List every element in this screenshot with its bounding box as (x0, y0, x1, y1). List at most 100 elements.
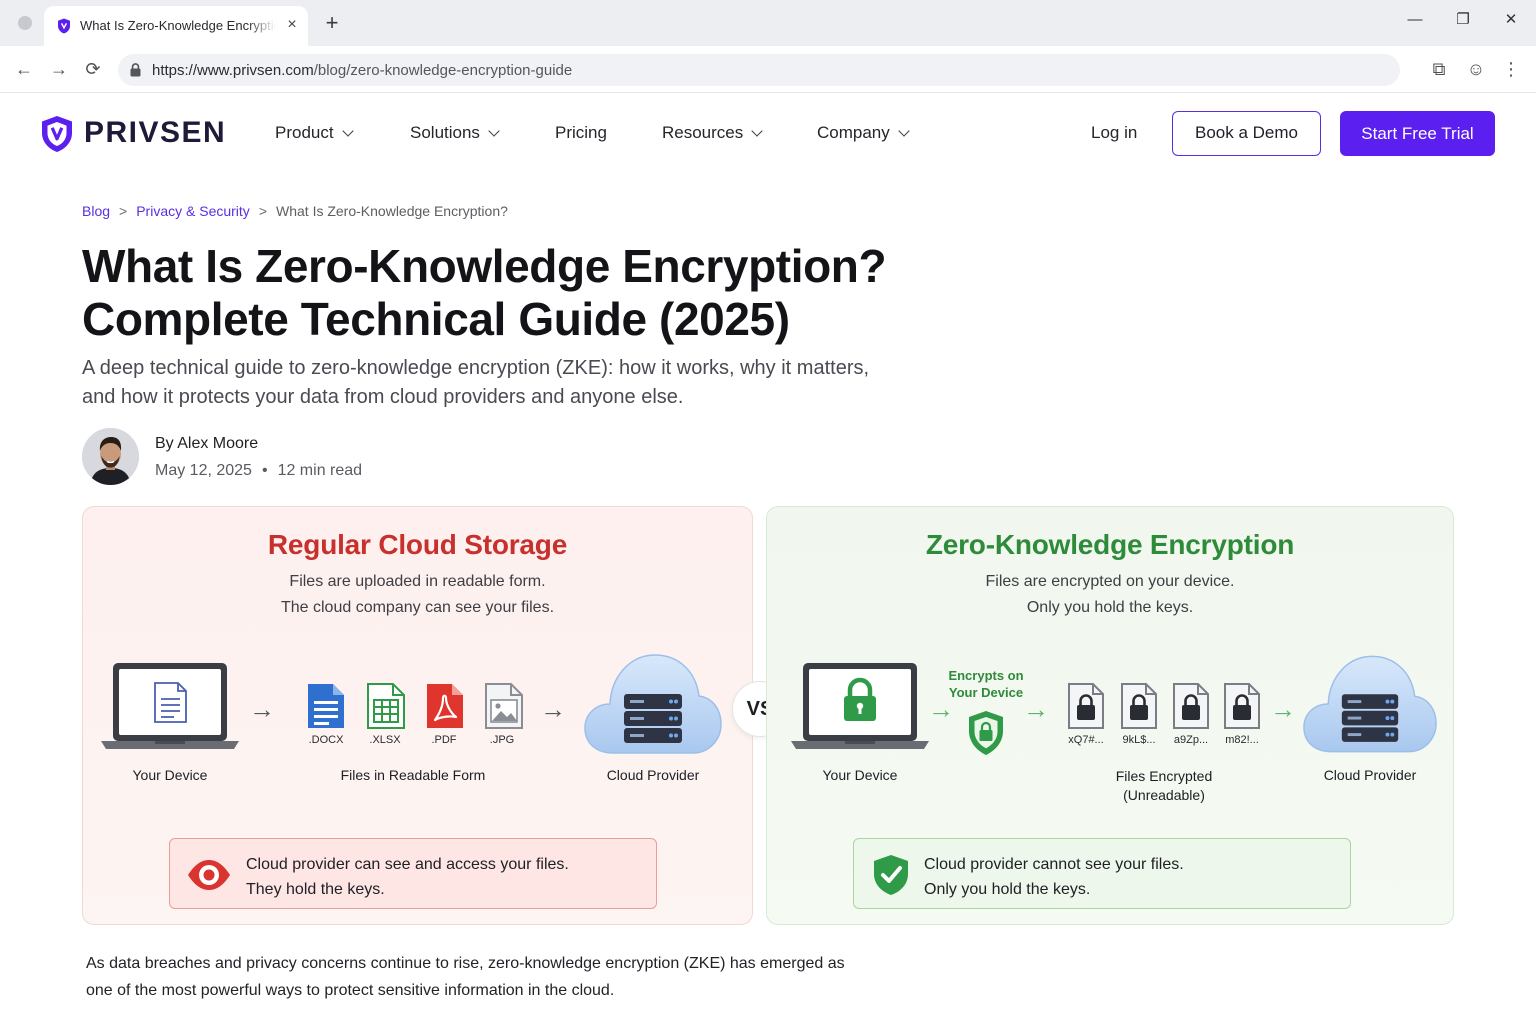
arrow-right-icon: → (249, 694, 275, 724)
file-type-pdf: .PDF (431, 734, 457, 746)
jpg-file-icon (485, 683, 523, 729)
read-time: 12 min read (277, 462, 363, 479)
shield-lock-icon (969, 711, 1003, 755)
zke-cloud-label: Cloud Provider (1323, 767, 1417, 783)
arrow-right-icon: → (1270, 694, 1296, 724)
nav-product-label: Product (275, 123, 334, 142)
encrypted-name-2: 9kL$... (1122, 734, 1156, 746)
author-avatar[interactable] (82, 428, 139, 485)
profile-icon[interactable]: ☺ (1464, 57, 1488, 81)
arrow-right-icon: → (928, 694, 954, 724)
server-stack (624, 694, 682, 743)
new-tab-button[interactable]: + (320, 12, 344, 36)
url-text: https://www.privsen.com/blog/zero-knowle… (152, 62, 572, 79)
tab-close-icon[interactable]: × (284, 16, 300, 34)
nav-resources[interactable]: Resources (662, 123, 763, 143)
encrypts-line-2: Your Device (948, 685, 1024, 700)
chevron-down-icon (751, 125, 763, 137)
zke-desc-line-2: Only you hold the keys. (1026, 599, 1194, 616)
url-path: /blog/zero-knowledge-encryption-guide (313, 62, 573, 79)
article-meta: May 12, 2025 • 12 min read (155, 462, 362, 480)
regular-desc-line-1: Files are uploaded in readable form. (289, 573, 546, 590)
breadcrumb-blog[interactable]: Blog (82, 203, 110, 219)
author-name[interactable]: By Alex Moore (155, 435, 258, 453)
laptop-lock-icon (791, 663, 929, 749)
author-photo-icon (82, 428, 139, 485)
nav-solutions-label: Solutions (410, 123, 480, 142)
regular-alert-text: Cloud provider can see and access your f… (246, 852, 569, 902)
encrypted-name-1: xQ7#... (1068, 734, 1104, 746)
file-type-jpg: .JPG (489, 734, 515, 746)
eye-icon (188, 860, 230, 890)
tab-title: What Is Zero-Knowledge Encryption? Compl… (80, 18, 276, 33)
zke-desc-line-1: Files are encrypted on your device. (985, 573, 1235, 590)
zke-files-label-line-1: Files Encrypted (1115, 768, 1213, 784)
shield-check-icon (874, 855, 908, 895)
zke-alert-line-1: Cloud provider cannot see your files. (924, 856, 1184, 873)
encrypted-file-icon (1224, 683, 1260, 729)
privsen-favicon-icon (58, 18, 70, 34)
article-intro-paragraph: As data breaches and privacy concerns co… (86, 955, 845, 999)
address-bar[interactable]: https://www.privsen.com/blog/zero-knowle… (118, 54, 1400, 86)
encrypted-file-icon (1121, 683, 1157, 729)
book-demo-button[interactable]: Book a Demo (1172, 111, 1321, 156)
cloud-server-icon (584, 654, 722, 754)
close-window-button[interactable]: ✕ (1496, 8, 1526, 32)
extensions-icon[interactable]: ⧉ (1427, 57, 1451, 81)
encrypted-name-4: m82!... (1225, 734, 1259, 746)
regular-cloud-label: Cloud Provider (606, 767, 700, 783)
chevron-down-icon (341, 125, 354, 137)
forward-icon[interactable]: → (47, 57, 71, 81)
encrypts-line-1: Encrypts on (948, 668, 1024, 683)
zke-success-alert: Cloud provider cannot see your files. On… (853, 838, 1351, 909)
arrow-right-icon: → (1023, 694, 1049, 724)
brand-name[interactable]: PRIVSEN (84, 116, 226, 150)
browser-tab-bar: What Is Zero-Knowledge Encryption? Compl… (0, 0, 1536, 46)
nav-product[interactable]: Product (275, 123, 354, 143)
zke-alert-text: Cloud provider cannot see your files. On… (924, 852, 1184, 902)
privsen-logo-icon[interactable] (40, 115, 74, 153)
arrow-right-icon: → (540, 694, 566, 724)
zke-files-label: Files Encrypted (Unreadable) (1074, 767, 1254, 805)
regular-desc-line-2: The cloud company can see your files. (280, 599, 555, 616)
xlsx-file-icon (367, 683, 405, 729)
article-subtitle: A deep technical guide to zero-knowledge… (82, 357, 870, 408)
encrypted-file-icon (1173, 683, 1209, 729)
file-type-xlsx: .XLSX (369, 734, 401, 746)
breadcrumb: Blog > Privacy & Security > What Is Zero-Kno… (82, 203, 508, 219)
chevron-down-icon (898, 125, 910, 137)
start-free-trial-button[interactable]: Start Free Trial (1340, 111, 1495, 156)
file-type-docx: .DOCX (308, 734, 344, 746)
back-icon[interactable]: ← (12, 57, 36, 81)
regular-warning-alert: Cloud provider can see and access your f… (169, 838, 657, 909)
chevron-down-icon (488, 125, 500, 137)
browser-menu-icon[interactable]: ⋮ (1499, 57, 1523, 81)
breadcrumb-category[interactable]: Privacy & Security (136, 203, 250, 219)
browser-toolbar: ← → ⟳ https://www.privsen.com/blog/zero-… (0, 46, 1536, 93)
docx-file-icon (308, 684, 344, 728)
meta-separator: • (261, 462, 268, 479)
encrypts-on-device-label: Encrypts on Your Device (946, 667, 1026, 701)
pdf-file-icon (427, 684, 463, 728)
login-link[interactable]: Log in (1091, 123, 1137, 143)
window-menu-icon[interactable] (18, 16, 32, 30)
zke-files-label-line-2: (Unreadable) (1123, 787, 1205, 803)
nav-company-label: Company (817, 123, 890, 142)
reload-icon[interactable]: ⟳ (81, 57, 105, 81)
title-line-2: Complete Technical Guide (2025) (82, 293, 790, 345)
maximize-button[interactable]: ❐ (1448, 8, 1478, 32)
laptop-icon (101, 663, 239, 749)
nav-solutions[interactable]: Solutions (410, 123, 500, 143)
nav-pricing[interactable]: Pricing (555, 123, 607, 143)
encrypted-file-icon (1068, 683, 1104, 729)
site-header: PRIVSEN Product Solutions Pricing Resour… (0, 93, 1536, 175)
minimize-button[interactable]: — (1400, 8, 1430, 32)
browser-tab-active[interactable]: What Is Zero-Knowledge Encryption? Compl… (44, 6, 308, 46)
url-host: https://www.privsen.com (152, 62, 314, 79)
nav-company[interactable]: Company (817, 123, 910, 143)
secure-lock-icon (130, 63, 141, 77)
page-title: What Is Zero-Knowledge Encryption? Compl… (82, 240, 982, 346)
regular-files-label: Files in Readable Form (340, 767, 486, 783)
zke-alert-line-2: Only you hold the keys. (924, 881, 1091, 898)
regular-storage-title: Regular Cloud Storage (267, 529, 568, 560)
